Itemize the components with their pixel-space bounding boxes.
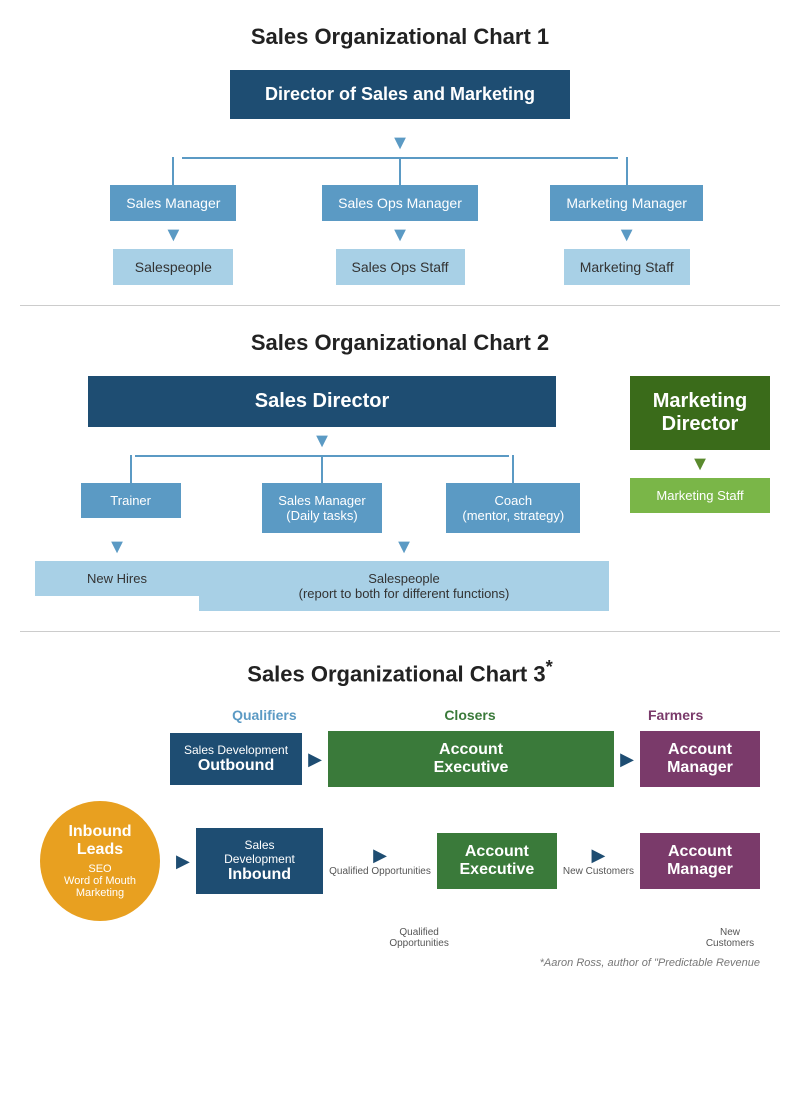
chart3-row-bottom: Inbound Leads SEO Word of Mouth Marketin… bbox=[40, 801, 760, 921]
chart1-branches-container: Sales Manager ▼ Salespeople Sales Ops Ma… bbox=[20, 157, 780, 285]
chart2-branches-container: Trainer Sales Manager (Daily tasks) Coac… bbox=[30, 455, 614, 533]
chart3-account-mgr-top-box: Account Manager bbox=[640, 731, 760, 787]
chart2-green-arrow: ▼ bbox=[690, 450, 710, 478]
chart2-vert-2 bbox=[321, 455, 323, 483]
chart2-coach-box: Coach (mentor, strategy) bbox=[446, 483, 580, 533]
chart1-branch-2: Sales Ops Manager ▼ Sales Ops Staff bbox=[287, 157, 514, 285]
chart1-vert-1 bbox=[172, 157, 174, 185]
chart1-root-arrow: ▼ bbox=[20, 129, 780, 157]
chart3-spacer-label bbox=[50, 707, 180, 723]
chart2-branches-row: Trainer Sales Manager (Daily tasks) Coac… bbox=[35, 455, 609, 533]
chart2-vert-1 bbox=[130, 455, 132, 483]
chart1-root-box: Director of Sales and Marketing bbox=[230, 70, 570, 119]
chart3-account-mgr-bottom: Account Manager bbox=[654, 843, 746, 879]
chart3-arrow-2-top: ▶ bbox=[614, 749, 640, 770]
chart2-arrow-salespeople: ▼ bbox=[394, 533, 414, 561]
chart3-inbound-sub: SEO Word of Mouth Marketing bbox=[64, 863, 136, 899]
chart3-new-customers-text: NewCustomers bbox=[700, 927, 760, 949]
chart3-note: *Aaron Ross, author of "Predictable Reve… bbox=[40, 957, 760, 969]
chart3-account-exec-bottom-box: Account Executive bbox=[437, 833, 557, 889]
chart3-column-labels: Qualifiers Closers Farmers bbox=[40, 707, 760, 723]
chart1-arrow-3: ▼ bbox=[617, 221, 637, 249]
chart2-marketing-staff-box: Marketing Staff bbox=[630, 478, 770, 513]
chart1-manager-2: Sales Ops Manager bbox=[322, 185, 478, 221]
chart3-account-exec-top: Account Executive bbox=[342, 741, 600, 777]
chart3-inbound-title: Inbound Leads bbox=[68, 823, 131, 859]
chart2-branch-salesmanager: Sales Manager (Daily tasks) bbox=[226, 455, 417, 533]
chart3-container: Qualifiers Closers Farmers Sales Develop… bbox=[20, 707, 780, 969]
chart1-arrow-2: ▼ bbox=[390, 221, 410, 249]
chart3-asterisk: * bbox=[546, 656, 553, 677]
chart3-outbound-label: Sales Development bbox=[184, 743, 288, 757]
chart2-newhires-box: New Hires bbox=[35, 561, 199, 596]
chart3-qualifiers-label: Qualifiers bbox=[180, 707, 349, 723]
chart3-title: Sales Organizational Chart 3* bbox=[20, 656, 780, 687]
chart3-inbound-qualifier-label: Sales Development bbox=[210, 838, 309, 866]
chart3-account-exec-bottom: Account Executive bbox=[451, 843, 543, 879]
chart2-h-line bbox=[135, 455, 509, 457]
chart3-outbound-box: Sales Development Outbound bbox=[170, 733, 302, 785]
chart2-vert-3 bbox=[512, 455, 514, 483]
chart2-branch-coach: Coach (mentor, strategy) bbox=[418, 455, 609, 533]
chart2-salesmanager-box: Sales Manager (Daily tasks) bbox=[262, 483, 381, 533]
chart1-arrow-1: ▼ bbox=[163, 221, 183, 249]
chart2-section: Sales Organizational Chart 2 Sales Direc… bbox=[0, 306, 800, 631]
chart1-staff-1: Salespeople bbox=[113, 249, 233, 285]
chart2-right: Marketing Director ▼ Marketing Staff bbox=[630, 376, 770, 611]
chart2-bottom-section: ▼ New Hires ▼ Salespeople (report to bot… bbox=[30, 533, 614, 611]
chart3-inbound-qualifier-title: Inbound bbox=[210, 866, 309, 884]
chart2-bottom-right-col: ▼ Salespeople (report to both for differ… bbox=[199, 533, 609, 611]
chart3-farmers-label: Farmers bbox=[591, 707, 760, 723]
chart2-branch-trainer: Trainer bbox=[35, 455, 226, 533]
chart3-qualified-opps-label: Qualified Opportunities bbox=[329, 866, 431, 877]
chart3-arrow-1-top: ▶ bbox=[302, 749, 328, 770]
chart3-arrow-labels-row: QualifiedOpportunities NewCustomers bbox=[40, 927, 760, 949]
chart2-title: Sales Organizational Chart 2 bbox=[20, 330, 780, 356]
chart3-inbound-box: Sales Development Inbound bbox=[196, 828, 323, 894]
chart1-manager-1: Sales Manager bbox=[110, 185, 236, 221]
chart2-left: Sales Director ▼ Trainer Sales Manager (… bbox=[30, 376, 614, 611]
chart3-new-customers-label: New Customers bbox=[563, 866, 634, 877]
chart3-account-mgr-top: Account Manager bbox=[654, 741, 746, 777]
chart3-account-exec-top-box: Account Executive bbox=[328, 731, 614, 787]
chart3-section: Sales Organizational Chart 3* Qualifiers… bbox=[0, 632, 800, 989]
chart3-account-mgr-bottom-box: Account Manager bbox=[640, 833, 760, 889]
chart2-trainer-box: Trainer bbox=[81, 483, 181, 518]
chart3-closers-label: Closers bbox=[369, 707, 572, 723]
chart3-inbound-arrow: ▶ bbox=[170, 851, 196, 872]
chart1-h-line bbox=[182, 157, 619, 159]
chart2-marketing-director-box: Marketing Director bbox=[630, 376, 770, 450]
chart1-manager-3: Marketing Manager bbox=[550, 185, 703, 221]
chart2-bottom-left-col: ▼ New Hires bbox=[35, 533, 199, 611]
chart1-vert-2 bbox=[399, 157, 401, 185]
chart1-staff-3: Marketing Staff bbox=[564, 249, 690, 285]
chart2-root-arrow: ▼ bbox=[312, 427, 332, 455]
chart1-branch-1: Sales Manager ▼ Salespeople bbox=[60, 157, 287, 285]
chart2-container: Sales Director ▼ Trainer Sales Manager (… bbox=[20, 376, 780, 611]
chart3-arrow-2-bottom: ▶ New Customers bbox=[557, 845, 640, 877]
chart3-arrow-1-bottom: ▶ Qualified Opportunities bbox=[323, 845, 437, 877]
chart1-root-row: Director of Sales and Marketing bbox=[20, 70, 780, 119]
chart1-section: Sales Organizational Chart 1 Director of… bbox=[0, 0, 800, 305]
chart3-inbound-circle: Inbound Leads SEO Word of Mouth Marketin… bbox=[40, 801, 160, 921]
chart1-title: Sales Organizational Chart 1 bbox=[20, 24, 780, 50]
chart3-qualified-opps-text: QualifiedOpportunities bbox=[389, 927, 449, 949]
chart2-salespeople-box: Salespeople (report to both for differen… bbox=[199, 561, 609, 611]
chart3-row-top: Sales Development Outbound ▶ Account Exe… bbox=[40, 731, 760, 787]
chart1-branch-3: Marketing Manager ▼ Marketing Staff bbox=[513, 157, 740, 285]
chart2-root-box: Sales Director bbox=[88, 376, 555, 427]
chart3-outbound-title: Outbound bbox=[184, 757, 288, 775]
chart2-arrow-newhires: ▼ bbox=[107, 533, 127, 561]
chart1-staff-2: Sales Ops Staff bbox=[336, 249, 465, 285]
chart1-branches-row: Sales Manager ▼ Salespeople Sales Ops Ma… bbox=[60, 157, 740, 285]
chart1-vert-3 bbox=[626, 157, 628, 185]
